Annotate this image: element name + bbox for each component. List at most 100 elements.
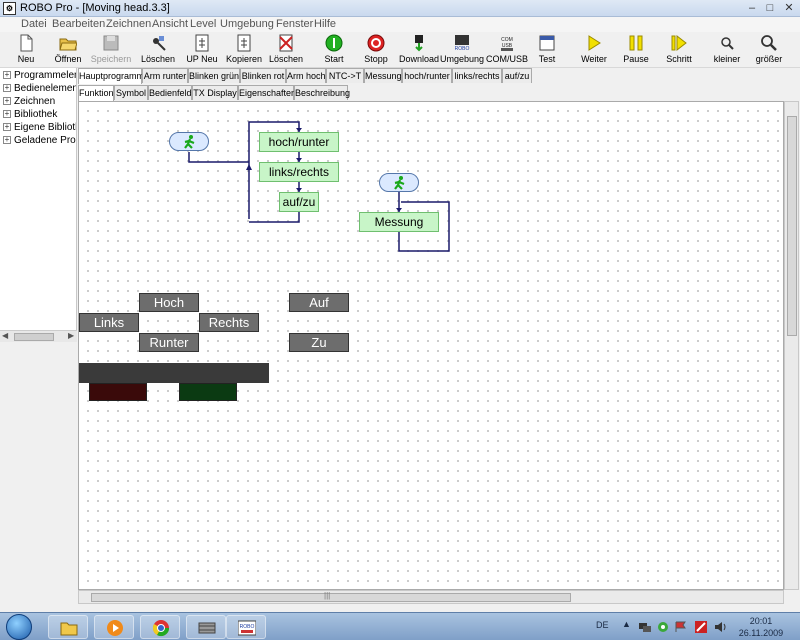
tab-eigenschaften[interactable]: Eigenschaften — [238, 85, 296, 100]
svg-text:ROBO: ROBO — [240, 624, 255, 630]
menu-datei[interactable]: Datei — [21, 18, 47, 30]
close-button[interactable]: ✕ — [780, 0, 798, 17]
environment-button[interactable]: ROBO Umgebung — [440, 34, 484, 66]
subprogram-hoch-runter[interactable]: hoch/runter — [259, 132, 339, 152]
start-menu-button[interactable] — [6, 614, 32, 640]
subprogram-new-button[interactable]: UP Neu — [184, 34, 220, 66]
tree-item-bibliothek[interactable]: + Bibliothek — [3, 109, 57, 122]
continue-button[interactable]: Weiter — [578, 34, 610, 66]
expand-icon[interactable]: + — [3, 97, 11, 106]
expand-icon[interactable]: + — [3, 110, 11, 119]
scroll-left-icon[interactable]: ◀ — [2, 331, 8, 340]
maximize-button[interactable]: □ — [762, 0, 778, 17]
tree-scroll-thumb[interactable] — [14, 333, 54, 341]
tree-item-zeichnen[interactable]: + Zeichnen — [3, 96, 55, 109]
panel-button-links[interactable]: Links — [79, 313, 139, 332]
expand-icon[interactable]: + — [3, 123, 11, 132]
download-icon — [415, 35, 423, 52]
taskbar-chrome[interactable] — [140, 615, 180, 639]
test-button[interactable]: Test — [532, 34, 562, 66]
tab-links-rechts[interactable]: links/rechts — [452, 68, 502, 83]
clock-time: 20:01 — [749, 616, 773, 626]
new-button[interactable]: Neu — [8, 34, 44, 66]
menu-hilfe[interactable]: Hilfe — [314, 18, 336, 30]
tab-arm-hoch[interactable]: Arm hoch — [286, 68, 326, 83]
zoom-out-button[interactable]: kleiner — [710, 34, 744, 66]
panel-button-runter[interactable]: Runter — [139, 333, 199, 352]
tab-blinken-rot[interactable]: Blinken rot — [240, 68, 286, 83]
media-player-icon — [107, 620, 123, 636]
tree-item-bedienelemente[interactable]: +Bedienelemente — [3, 83, 76, 96]
start-element[interactable] — [169, 132, 209, 151]
taskbar-robo-pro[interactable]: ROBO — [226, 615, 266, 639]
tab-symbol[interactable]: Symbol — [114, 85, 148, 100]
network-tray-icon[interactable] — [638, 621, 652, 633]
menu-umgebung[interactable]: Umgebung — [220, 18, 274, 30]
taskbar-archive[interactable] — [186, 615, 226, 639]
expand-icon[interactable]: + — [3, 136, 11, 145]
gear-tray-icon[interactable] — [656, 620, 670, 634]
expand-icon[interactable]: + — [3, 71, 11, 80]
tree-item-programmelemente[interactable]: +Programmelemente — [3, 70, 76, 83]
tab-blinken-gruen[interactable]: Blinken grün — [188, 68, 240, 83]
delete-tools-button[interactable]: Löschen — [140, 34, 176, 66]
save-button[interactable]: Speichern — [88, 34, 134, 66]
menu-fenster[interactable]: Fenster — [276, 18, 313, 30]
tray-expand-icon[interactable]: ▲ — [622, 619, 631, 629]
tab-beschreibung[interactable]: Beschreibung — [294, 85, 350, 100]
system-clock[interactable]: 20:01 26.11.2009 — [736, 615, 786, 639]
tab-funktion[interactable]: Funktion — [78, 85, 114, 101]
minimize-button[interactable]: – — [744, 0, 760, 17]
expand-icon[interactable]: + — [3, 84, 11, 93]
scroll-right-icon[interactable]: ▶ — [68, 331, 74, 340]
tab-hoch-runter[interactable]: hoch/runter — [402, 68, 452, 83]
language-indicator[interactable]: DE — [596, 620, 609, 630]
program-canvas[interactable]: hoch/runter links/rechts auf/zu Messung … — [78, 101, 784, 590]
horizontal-scroll-thumb[interactable] — [91, 593, 571, 602]
start-element-2[interactable] — [379, 173, 419, 192]
panel-button-rechts[interactable]: Rechts — [199, 313, 259, 332]
tree-item-eigene-bibliothek[interactable]: +Eigene Bibliothek — [3, 122, 76, 135]
com-usb-button[interactable]: COM USB COM/USB — [486, 34, 528, 66]
title-bar: ⚙ ROBO Pro - [Moving head.3.3] – □ ✕ — [0, 0, 800, 17]
zoom-in-button[interactable]: größer — [752, 34, 786, 66]
tab-ntc-t[interactable]: NTC->T — [326, 68, 364, 83]
tab-arm-runter[interactable]: Arm runter — [142, 68, 188, 83]
menu-ansicht[interactable]: Ansicht — [152, 18, 188, 30]
subprogram-auf-zu[interactable]: auf/zu — [279, 192, 319, 212]
step-button[interactable]: Schritt — [662, 34, 696, 66]
panel-button-auf[interactable]: Auf — [289, 293, 349, 312]
stop-button[interactable]: Stopp — [360, 34, 392, 66]
environment-icon: ROBO — [455, 35, 469, 52]
tab-messung[interactable]: Messung — [364, 68, 402, 83]
tree-horizontal-scrollbar[interactable]: ◀ ▶ — [0, 330, 77, 342]
copy-button[interactable]: Kopieren — [225, 34, 263, 66]
robo-pro-app-icon[interactable]: ⚙ — [3, 2, 16, 15]
delete-button[interactable]: Löschen — [268, 34, 304, 66]
taskbar-media-player[interactable] — [94, 615, 134, 639]
panel-button-hoch[interactable]: Hoch — [139, 293, 199, 312]
subprogram-links-rechts[interactable]: links/rechts — [259, 162, 339, 182]
volume-tray-icon[interactable] — [714, 620, 728, 634]
menu-bearbeiten[interactable]: Bearbeiten — [52, 18, 105, 30]
menu-level[interactable]: Level — [190, 18, 216, 30]
flag-tray-icon[interactable] — [674, 621, 688, 633]
security-tray-icon[interactable] — [694, 620, 708, 634]
taskbar-explorer[interactable] — [48, 615, 88, 639]
open-button[interactable]: Öffnen — [50, 34, 86, 66]
subprogram-messung[interactable]: Messung — [359, 212, 439, 232]
start-button[interactable]: Start — [318, 34, 350, 66]
canvas-horizontal-scrollbar[interactable]: ||| — [78, 590, 784, 604]
panel-button-zu[interactable]: Zu — [289, 333, 349, 352]
canvas-vertical-scrollbar[interactable] — [784, 101, 799, 590]
vertical-scroll-thumb[interactable] — [787, 116, 797, 336]
menu-zeichnen[interactable]: Zeichnen — [106, 18, 151, 30]
download-button[interactable]: Download — [398, 34, 440, 66]
tab-hauptprogramm[interactable]: Hauptprogramm — [78, 68, 144, 84]
tree-item-geladene-programme[interactable]: +Geladene Programme — [3, 135, 76, 148]
tab-tx-display[interactable]: TX Display — [192, 85, 238, 100]
stop-icon — [367, 34, 385, 52]
tab-auf-zu[interactable]: auf/zu — [502, 68, 532, 83]
tab-bedienfeld[interactable]: Bedienfeld — [148, 85, 192, 100]
pause-button[interactable]: Pause — [620, 34, 652, 66]
